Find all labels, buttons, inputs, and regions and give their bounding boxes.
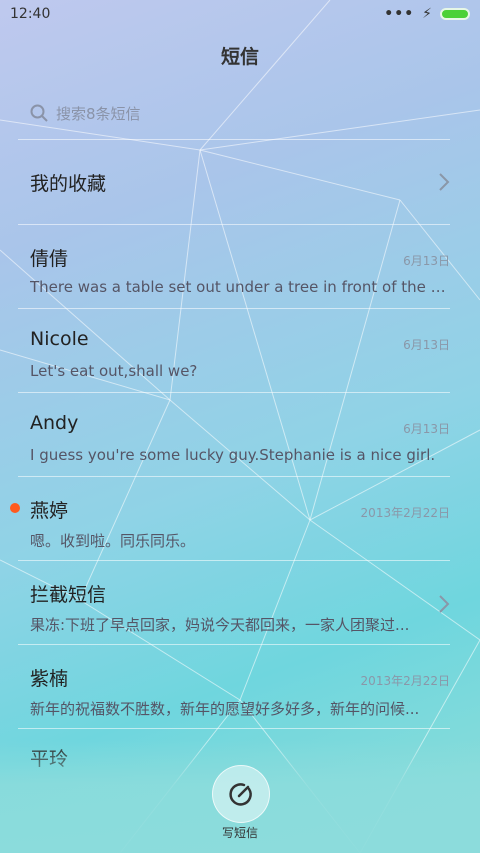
message-date: 2013年2月22日 bbox=[360, 674, 450, 688]
contact-name: 燕婷 bbox=[30, 500, 69, 522]
favorites-row[interactable]: 我的收藏 bbox=[30, 160, 450, 204]
compose-button[interactable] bbox=[212, 765, 270, 823]
divider bbox=[18, 308, 450, 309]
compose-icon bbox=[229, 783, 252, 806]
message-date: 6月13日 bbox=[403, 338, 450, 352]
message-preview: I guess you're some lucky guy.Stephanie … bbox=[30, 446, 436, 464]
message-date: 6月13日 bbox=[403, 422, 450, 436]
search-placeholder: 搜索8条短信 bbox=[56, 104, 141, 123]
conversation-row[interactable]: 燕婷 2013年2月22日 嗯。收到啦。同乐同乐。 bbox=[30, 496, 450, 576]
charging-icon: ⚡ bbox=[422, 6, 432, 22]
chevron-right-icon bbox=[439, 595, 450, 613]
message-preview: Let's eat out,shall we? bbox=[30, 362, 198, 380]
search-icon bbox=[30, 104, 48, 122]
contact-name: 紫楠 bbox=[30, 668, 69, 690]
search-input[interactable]: 搜索8条短信 bbox=[30, 96, 450, 130]
message-date: 2013年2月22日 bbox=[360, 506, 450, 520]
contact-name: Nicole bbox=[30, 328, 89, 350]
contact-name: 倩倩 bbox=[30, 248, 69, 270]
divider bbox=[18, 392, 450, 393]
contact-name: Andy bbox=[30, 412, 79, 434]
divider bbox=[18, 224, 450, 225]
contact-name: 拦截短信 bbox=[30, 584, 107, 606]
divider bbox=[18, 139, 450, 140]
blocked-messages-row[interactable]: 拦截短信 果冻:下班了早点回家，妈说今天都回来，一家人团聚过... bbox=[30, 580, 450, 660]
favorites-label: 我的收藏 bbox=[30, 172, 107, 195]
signal-dots-icon: ••• bbox=[384, 6, 415, 22]
divider bbox=[18, 644, 450, 645]
divider bbox=[18, 560, 450, 561]
conversation-row[interactable]: Nicole 6月13日 Let's eat out,shall we? bbox=[30, 328, 450, 408]
battery-icon bbox=[440, 8, 470, 20]
message-preview: 果冻:下班了早点回家，妈说今天都回来，一家人团聚过... bbox=[30, 616, 410, 634]
divider bbox=[18, 728, 450, 729]
message-preview: There was a table set out under a tree i… bbox=[30, 278, 448, 296]
unread-dot bbox=[10, 503, 20, 513]
conversation-row[interactable]: 紫楠 2013年2月22日 新年的祝福数不胜数，新年的愿望好多好多，新年的问候.… bbox=[30, 664, 450, 744]
divider bbox=[18, 476, 450, 477]
conversation-row[interactable]: Andy 6月13日 I guess you're some lucky guy… bbox=[30, 412, 450, 492]
conversation-row[interactable]: 倩倩 6月13日 There was a table set out under… bbox=[30, 244, 450, 324]
message-preview: 嗯。收到啦。同乐同乐。 bbox=[30, 532, 196, 550]
message-date: 6月13日 bbox=[403, 254, 450, 268]
page-title: 短信 bbox=[220, 46, 259, 68]
status-bar: 12:40 ••• ⚡ bbox=[0, 0, 480, 28]
message-preview: 新年的祝福数不胜数，新年的愿望好多好多，新年的问候... bbox=[30, 700, 420, 718]
compose-label: 写短信 bbox=[221, 826, 258, 840]
status-icons: ••• ⚡ bbox=[384, 6, 470, 22]
chevron-right-icon bbox=[439, 173, 450, 191]
status-time: 12:40 bbox=[10, 6, 51, 22]
